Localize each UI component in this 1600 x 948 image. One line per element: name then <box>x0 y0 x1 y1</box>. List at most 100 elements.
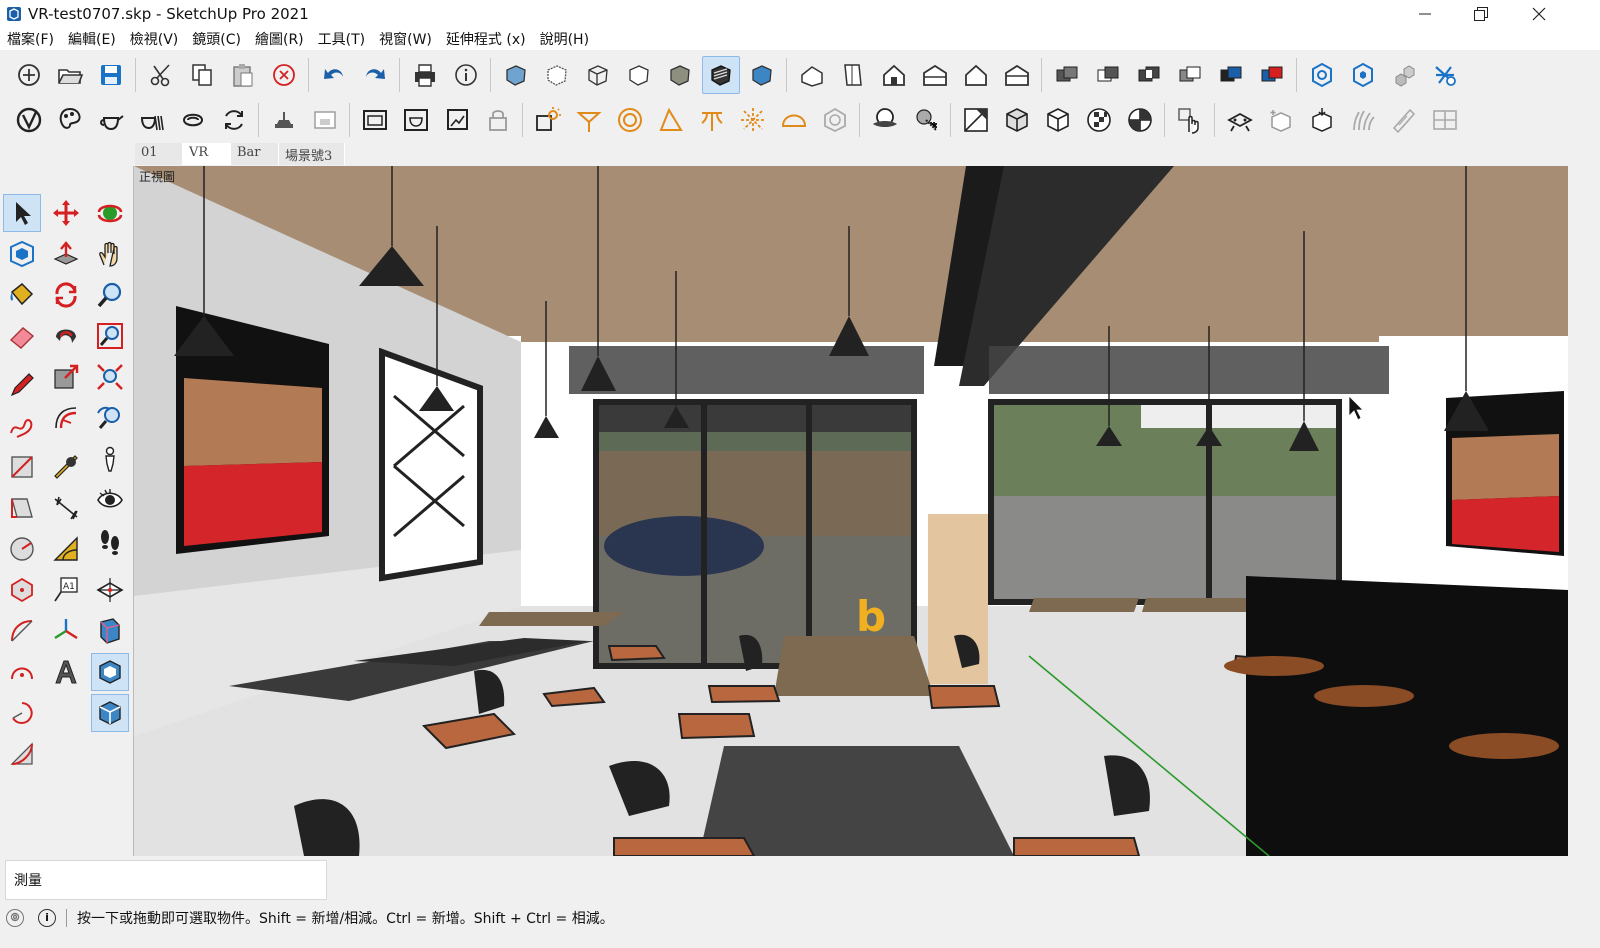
uvw-box-button[interactable] <box>998 101 1036 139</box>
trimble-connect-button[interactable] <box>1426 56 1464 94</box>
scale-tool[interactable] <box>47 358 85 396</box>
shaded-textures-style-button[interactable] <box>701 56 740 94</box>
cone-light-button[interactable] <box>652 101 690 139</box>
menu-help[interactable]: 說明(H) <box>533 29 596 49</box>
vray-button[interactable] <box>10 101 48 139</box>
print-button[interactable] <box>406 56 444 94</box>
previous-view-tool[interactable] <box>91 399 129 437</box>
progressive-render-button[interactable] <box>174 101 212 139</box>
display-section-cuts-tool[interactable] <box>91 653 129 691</box>
walk-tool[interactable] <box>91 522 129 560</box>
3-point-arc-tool[interactable] <box>3 735 41 773</box>
dimension-tool[interactable] <box>47 489 85 527</box>
cut-button[interactable] <box>142 56 180 94</box>
lock-button[interactable] <box>479 101 517 139</box>
rectangle-tool[interactable] <box>3 448 41 486</box>
import-button[interactable] <box>1262 101 1300 139</box>
save-button[interactable] <box>92 56 130 94</box>
close-button[interactable] <box>1510 0 1568 28</box>
dome-light-button[interactable] <box>775 101 813 139</box>
xray-style-button[interactable] <box>497 56 535 94</box>
fur-button[interactable] <box>957 101 995 139</box>
offset-tool[interactable] <box>47 399 85 437</box>
erase-button[interactable] <box>265 56 303 94</box>
menu-draw[interactable]: 繪圖(R) <box>248 29 311 49</box>
window-button[interactable] <box>356 101 394 139</box>
asset-editor-button[interactable] <box>51 101 89 139</box>
text-tool[interactable]: A1 <box>47 571 85 609</box>
scene-tab-01[interactable]: 01 <box>135 143 183 165</box>
trim-button[interactable] <box>1171 56 1209 94</box>
select-hand-button[interactable] <box>1171 101 1209 139</box>
batch-render-button[interactable] <box>397 101 435 139</box>
protractor-tool[interactable] <box>47 530 85 568</box>
hidden-line-style-button[interactable] <box>620 56 658 94</box>
menu-edit[interactable]: 編輯(E) <box>61 29 123 49</box>
line-tool[interactable] <box>3 366 41 404</box>
wireframe-style-button[interactable] <box>579 56 617 94</box>
eraser-tool[interactable] <box>3 317 41 355</box>
axes-tool[interactable] <box>47 612 85 650</box>
render-cloud-button[interactable] <box>215 101 253 139</box>
omni-light-button[interactable] <box>734 101 772 139</box>
extension-warehouse-button[interactable] <box>1303 56 1341 94</box>
export-button[interactable] <box>1303 101 1341 139</box>
sun-light-button[interactable] <box>529 101 567 139</box>
intersect-button[interactable] <box>1130 56 1168 94</box>
menu-tools[interactable]: 工具(T) <box>311 29 372 49</box>
rotate-tool[interactable] <box>47 276 85 314</box>
extension-manager-button[interactable] <box>1344 56 1382 94</box>
redo-button[interactable] <box>356 56 394 94</box>
model-info-button[interactable] <box>447 56 485 94</box>
orbit-tool[interactable] <box>91 194 129 232</box>
zoom-window-tool[interactable] <box>91 317 129 355</box>
paint-bucket-tool[interactable] <box>3 276 41 314</box>
pan-tool[interactable] <box>91 235 129 273</box>
zoom-extents-tool[interactable] <box>91 358 129 396</box>
2-point-arc-tool[interactable] <box>3 653 41 691</box>
credits-info-icon[interactable]: i <box>38 908 56 927</box>
uvw-cylinder-button[interactable] <box>1121 101 1159 139</box>
mesh-light-button[interactable] <box>816 101 854 139</box>
top-view-button[interactable] <box>834 56 872 94</box>
scene-tab-vr[interactable]: VR <box>183 143 231 165</box>
decal-button[interactable] <box>1426 101 1464 139</box>
scatter-button[interactable] <box>1385 101 1423 139</box>
menu-extensions[interactable]: 延伸程式 (x) <box>439 29 533 49</box>
uvw-sphere-button[interactable] <box>1080 101 1118 139</box>
spot-light-button[interactable] <box>570 101 608 139</box>
menu-view[interactable]: 檢視(V) <box>123 29 186 49</box>
position-camera-tool[interactable] <box>91 440 129 478</box>
iso-view-button[interactable] <box>793 56 831 94</box>
freehand-tool[interactable] <box>3 407 41 445</box>
3d-warehouse-button[interactable] <box>1385 56 1423 94</box>
union-button[interactable] <box>1048 56 1086 94</box>
split-button[interactable] <box>1212 56 1250 94</box>
fur-hair-button[interactable] <box>1344 101 1382 139</box>
frame-buffer-button[interactable] <box>265 101 303 139</box>
outer-shell-button[interactable] <box>1253 56 1291 94</box>
infinite-plane-button[interactable] <box>866 101 904 139</box>
polygon-tool[interactable] <box>3 571 41 609</box>
paste-button[interactable] <box>224 56 262 94</box>
restore-button[interactable] <box>1452 0 1510 28</box>
rotated-rectangle-tool[interactable] <box>3 489 41 527</box>
arc-tool[interactable] <box>3 612 41 650</box>
monochrome-style-button[interactable] <box>743 56 781 94</box>
make-component-tool[interactable] <box>3 235 41 273</box>
zoom-tool[interactable] <box>91 276 129 314</box>
menu-camera[interactable]: 鏡頭(C) <box>185 29 248 49</box>
section-plane-tool[interactable] <box>91 571 129 609</box>
left-view-button[interactable] <box>998 56 1036 94</box>
display-section-planes-tool[interactable] <box>91 612 129 650</box>
pie-tool[interactable] <box>3 694 41 732</box>
image-button[interactable] <box>438 101 476 139</box>
subtract-button[interactable] <box>1089 56 1127 94</box>
geolocation-icon[interactable]: ⦾ <box>6 908 24 927</box>
menu-window[interactable]: 視窗(W) <box>372 29 439 49</box>
menu-file[interactable]: 檔案(F) <box>0 29 61 49</box>
sphere-light-button[interactable] <box>611 101 649 139</box>
push-pull-tool[interactable] <box>47 235 85 273</box>
render-button[interactable] <box>92 101 130 139</box>
front-view-button[interactable] <box>875 56 913 94</box>
